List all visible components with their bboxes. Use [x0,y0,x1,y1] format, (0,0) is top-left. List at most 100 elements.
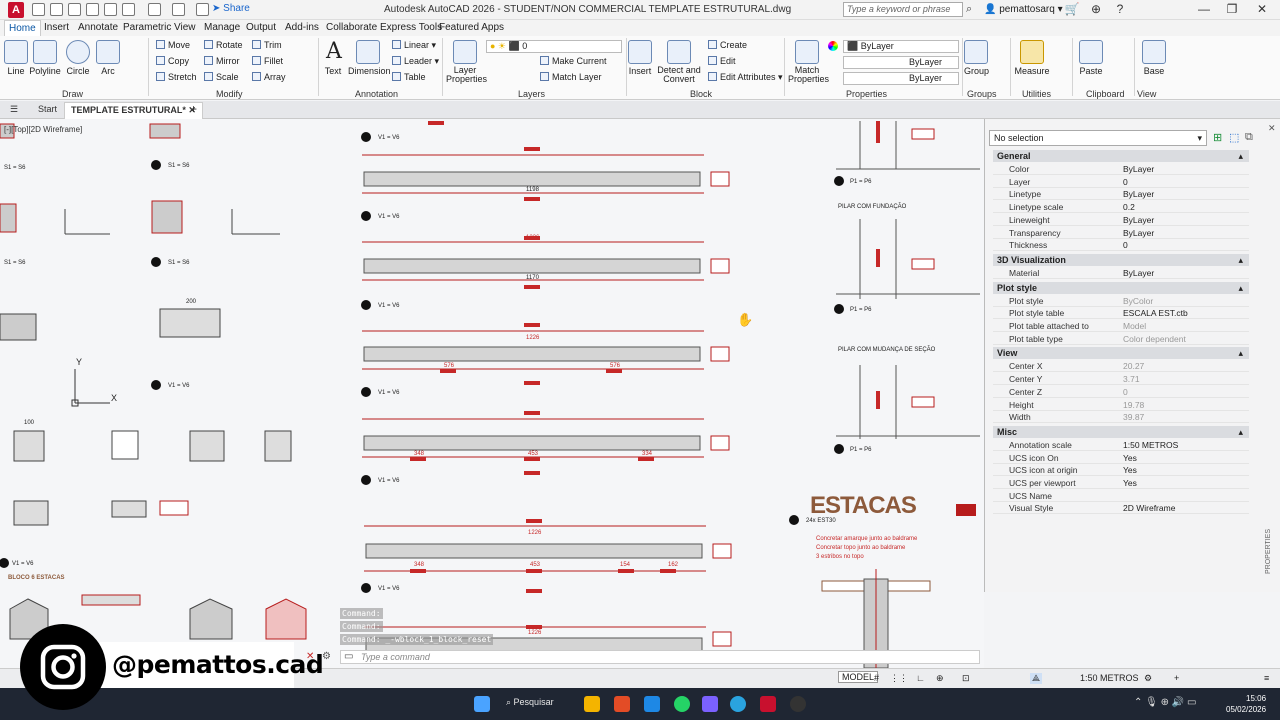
paste-button[interactable]: Paste [1078,40,1104,76]
color-dropdown[interactable]: ⬛ ByLayer [843,40,959,53]
layer-properties-button[interactable]: Layer Properties [446,40,487,84]
property-row[interactable]: Thickness 0 [993,239,1249,252]
property-row[interactable]: Transparency ByLayer [993,227,1249,239]
plus-icon[interactable]: + [1174,673,1179,683]
quick-select-icon[interactable]: ⧉ [1245,131,1253,144]
property-row[interactable]: Center Z 0 [993,386,1249,398]
properties-panel-title[interactable]: Properties [846,89,887,99]
match-layer-button[interactable]: Match Layer [540,72,602,82]
tab-collaborate[interactable]: Collaborate [326,22,377,33]
select-objects-icon[interactable]: ⬚ [1229,131,1239,144]
linetype-dropdown[interactable]: ByLayer [843,56,959,69]
mirror-button[interactable]: Mirror [204,56,240,66]
close-icon[interactable]: ✕ [1250,2,1274,18]
property-row[interactable]: Color ByLayer [993,163,1249,175]
property-row[interactable]: Center Y 3.71 [993,373,1249,386]
whatsapp-icon[interactable] [674,696,690,712]
property-row[interactable]: Linetype ByLayer [993,188,1249,201]
edit-block-button[interactable]: Edit [708,56,736,66]
layer-dropdown[interactable]: ● ☀ ⬛ 0 [486,40,622,53]
chatgpt-icon[interactable] [790,696,806,712]
new-tab-icon[interactable]: + [190,102,197,116]
create-block-button[interactable]: Create [708,40,747,50]
tab-parametric[interactable]: Parametric [123,22,171,33]
modify-panel-title[interactable]: Modify [216,89,243,99]
tab-start[interactable]: Start [38,104,57,114]
leader-button[interactable]: Leader ▾ [392,56,439,67]
collapse-icon[interactable]: ▴ [1238,282,1243,294]
copilot-icon[interactable] [702,696,718,712]
trim-button[interactable]: Trim [252,40,282,50]
clipboard-panel-title[interactable]: Clipboard [1086,89,1125,99]
selection-dropdown[interactable]: No selection ▾ [989,130,1207,146]
draw-panel-title[interactable]: Draw [62,89,83,99]
redo-icon[interactable] [172,3,185,16]
drawing-canvas[interactable]: S1 = S6 S1 = S6 S1 = S6 S1 = S6 V1 = V6 … [0,119,984,668]
match-properties-button[interactable]: Match Properties [788,40,829,84]
model-space-button[interactable]: MODEL [838,671,879,683]
save-icon[interactable] [68,3,81,16]
tab-manage[interactable]: Manage [204,22,240,33]
save-as-icon[interactable] [86,3,99,16]
property-row[interactable]: Material ByLayer [993,267,1249,279]
base-view-button[interactable]: Base [1142,40,1166,76]
tab-express-tools[interactable]: Express Tools [380,22,442,33]
property-row[interactable]: Annotation scale 1:50 METROS [993,439,1249,451]
lineweight-dropdown[interactable]: ByLayer [843,72,959,85]
detect-convert-button[interactable]: Detect and Convert [656,40,702,84]
dimension-button[interactable]: Dimension [348,40,391,76]
properties-section-header[interactable]: Plot style ▴ [993,281,1249,294]
annotation-panel-title[interactable]: Annotation [355,89,398,99]
collapse-icon[interactable]: ▴ [1238,426,1243,438]
search-icon[interactable]: ⌕ [966,3,972,16]
group-button[interactable]: Group [964,40,989,76]
linear-button[interactable]: Linear ▾ [392,40,436,51]
hamburger-menu-icon[interactable]: ☰ [10,104,18,115]
rotate-button[interactable]: Rotate [204,40,243,50]
windows-start-icon[interactable] [474,696,490,712]
copy-button[interactable]: Copy [156,56,189,66]
measure-button[interactable]: Measure [1014,40,1050,76]
viewport-controls[interactable]: [-][Top][2D Wireframe] [4,125,82,134]
ortho-icon[interactable]: ∟ [916,673,925,683]
stretch-button[interactable]: Stretch [156,72,197,82]
tab-view[interactable]: View [174,22,196,33]
plot-icon[interactable] [122,3,135,16]
make-current-button[interactable]: Make Current [540,56,607,66]
block-panel-title[interactable]: Block [690,89,712,99]
properties-section-header[interactable]: 3D Visualization ▴ [993,253,1249,266]
tab-add-ins[interactable]: Add-ins [285,22,319,33]
circle-button[interactable]: Circle [64,40,92,76]
taskbar-clock[interactable]: 15:06 05/02/2026 [1226,693,1266,715]
snap-icon[interactable]: ⋮⋮ [890,673,908,684]
tab-annotate[interactable]: Annotate [78,22,118,33]
property-row[interactable]: Plot table type Color dependent [993,333,1249,345]
move-button[interactable]: Move [156,40,190,50]
autocad-logo[interactable]: A [8,2,24,18]
new-file-icon[interactable] [32,3,45,16]
file-explorer-icon[interactable] [584,696,600,712]
property-row[interactable]: UCS Name [993,490,1249,502]
tab-insert[interactable]: Insert [44,22,69,33]
search-input[interactable]: Type a keyword or phrase [843,2,963,17]
edit-attributes-button[interactable]: Edit Attributes ▾ [708,72,783,83]
property-row[interactable]: Width 39.87 [993,411,1249,424]
view-panel-title[interactable]: View [1137,89,1156,99]
share-button[interactable]: ➤ Share [212,3,250,14]
property-row[interactable]: Plot style table ESCALA EST.ctb [993,307,1249,320]
brave-browser-icon[interactable] [614,696,630,712]
collapse-icon[interactable]: ▴ [1238,254,1243,266]
collapse-icon[interactable]: ▴ [1238,347,1243,359]
polyline-button[interactable]: Polyline [28,40,62,76]
property-row[interactable]: UCS icon at origin Yes [993,464,1249,477]
property-row[interactable]: Height 19.78 [993,399,1249,411]
tab-template-estrutural[interactable]: TEMPLATE ESTRUTURAL* ✕ [64,102,203,119]
line-button[interactable]: Line [4,40,28,76]
property-row[interactable]: Linetype scale 0.2 [993,201,1249,214]
properties-section-header[interactable]: View ▴ [993,347,1249,360]
utilities-panel-title[interactable]: Utilities [1022,89,1051,99]
property-row[interactable]: Lineweight ByLayer [993,214,1249,226]
groups-panel-title[interactable]: Groups [967,89,997,99]
polar-icon[interactable]: ⊕ [936,673,944,684]
annotation-scale-dropdown[interactable]: 1:50 METROS [1080,673,1139,683]
